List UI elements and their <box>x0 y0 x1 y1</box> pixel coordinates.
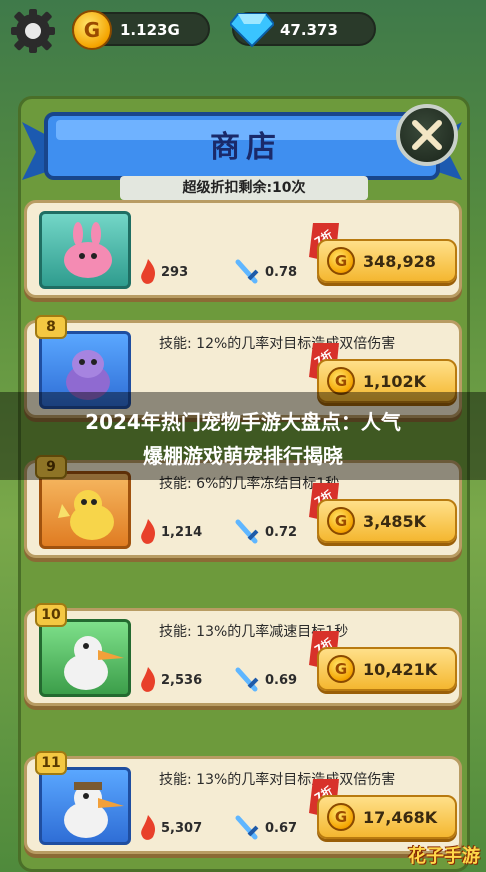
sword-icon <box>235 519 259 544</box>
gem-counter: 47.373 <box>230 12 376 48</box>
sword-icon <box>235 667 259 692</box>
price-value: 3,485K <box>363 512 427 531</box>
sword-icon <box>235 259 259 284</box>
attack-value: 5,307 <box>161 821 203 836</box>
pet-thumbnail <box>39 619 131 697</box>
attack-value: 2,536 <box>161 673 203 688</box>
gem-value: 47.373 <box>280 21 338 39</box>
pet-thumbnail <box>39 211 131 289</box>
buy-button[interactable]: G 17,468K <box>317 795 457 839</box>
close-icon <box>412 120 442 150</box>
skill-text: 技能: 13%的几率对目标造成双倍伤害 <box>159 772 396 788</box>
level-badge: 8 <box>35 315 67 339</box>
coin-icon: G <box>327 367 355 395</box>
speed-value: 0.78 <box>265 265 298 280</box>
buy-button[interactable]: G 3,485K <box>317 499 457 543</box>
watermark: 花子手游 <box>408 846 480 867</box>
speed-value: 0.72 <box>265 525 298 540</box>
sword-icon <box>235 815 259 840</box>
gold-counter: G 1.123G <box>72 10 210 50</box>
coin-icon: G <box>327 507 355 535</box>
price-value: 10,421K <box>363 660 438 679</box>
fire-icon <box>141 519 156 544</box>
gold-value: 1.123G <box>120 21 180 39</box>
shop-item-card[interactable]: 11 技能: 13%的几率对目标造成双倍伤害 7折 G 17,468K 5,30… <box>24 751 462 854</box>
shop-title: 商店 <box>210 130 282 165</box>
coin-icon: G <box>327 655 355 683</box>
top-bar: G 1.123G 47.373 <box>0 0 486 62</box>
level-badge: 11 <box>35 751 67 775</box>
coin-icon: G <box>72 10 112 50</box>
coin-icon: G <box>327 247 355 275</box>
pet-thumbnail <box>39 471 131 549</box>
coin-icon: G <box>327 803 355 831</box>
pet-thumbnail <box>39 767 131 845</box>
speed-value: 0.69 <box>265 673 298 688</box>
level-badge: 10 <box>35 603 67 627</box>
buy-button[interactable]: G 348,928 <box>317 239 457 283</box>
price-value: 17,468K <box>363 808 438 827</box>
shop-item-card[interactable]: 7折 G 348,928 293 0.78 <box>24 200 462 298</box>
headline-overlay: 2024年热门宠物手游大盘点：人气 爆棚游戏萌宠排行揭晓 <box>0 392 486 480</box>
fire-icon <box>141 259 156 284</box>
diamond-icon <box>230 13 274 48</box>
fire-icon <box>141 815 156 840</box>
skill-text: 技能: 12%的几率对目标造成双倍伤害 <box>159 336 396 352</box>
attack-value: 293 <box>161 265 189 280</box>
close-button[interactable] <box>396 104 458 166</box>
speed-value: 0.67 <box>265 821 298 836</box>
shop-item-card[interactable]: 10 技能: 13%的几率减速目标1秒 7折 G 10,421K 2,536 0… <box>24 603 462 706</box>
buy-button[interactable]: G 10,421K <box>317 647 457 691</box>
headline-line-1: 2024年热门宠物手游大盘点：人气 <box>85 410 401 434</box>
attack-value: 1,214 <box>161 525 203 540</box>
headline-line-2: 爆棚游戏萌宠排行揭晓 <box>143 444 343 468</box>
price-value: 1,102K <box>363 372 427 391</box>
fire-icon <box>141 667 156 692</box>
discount-remaining: 超级折扣剩余:10次 <box>120 176 368 200</box>
gear-icon[interactable] <box>10 8 56 54</box>
price-value: 348,928 <box>363 252 436 271</box>
